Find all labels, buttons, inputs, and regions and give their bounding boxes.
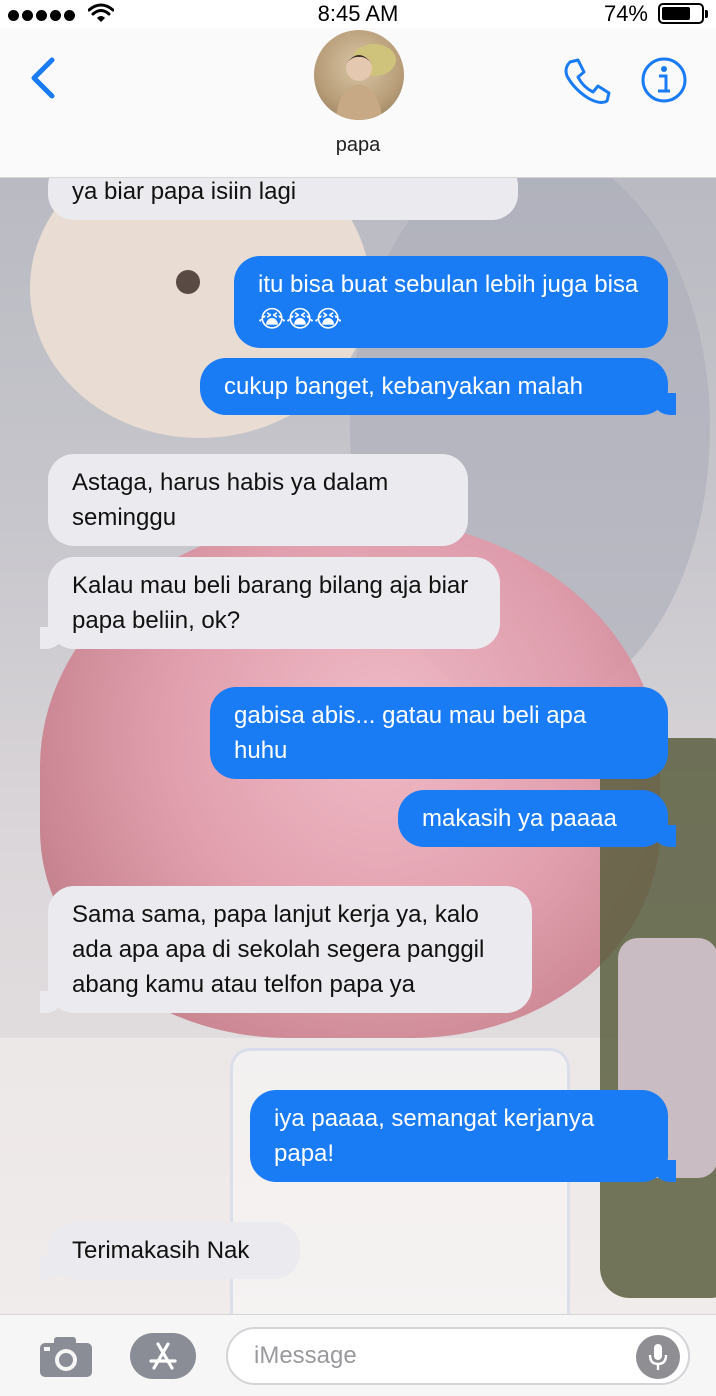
message-text: iya paaaa, semangat kerjanya papa! (274, 1105, 595, 1167)
battery-fill (662, 7, 691, 20)
back-chevron-icon[interactable] (26, 54, 60, 102)
battery-icon (658, 3, 708, 24)
message-text: Astaga, harus habis ya dalam seminggu (72, 469, 389, 531)
message-bubble-incoming[interactable]: Terimakasih Nak (40, 1222, 300, 1279)
message-text: Kalau mau beli barang bilang aja biar pa… (72, 572, 469, 634)
message-bubble-outgoing[interactable]: iya paaaa, semangat kerjanya papa! (250, 1090, 676, 1182)
microphone-icon (648, 1344, 668, 1370)
app-store-button[interactable] (130, 1333, 196, 1379)
contact-name[interactable]: papa (0, 134, 716, 157)
phone-icon[interactable] (560, 56, 612, 106)
contact-avatar[interactable] (314, 30, 404, 120)
message-bubble-outgoing[interactable]: makasih ya paaaa (398, 790, 676, 847)
info-icon[interactable] (640, 56, 688, 104)
message-bubble-incoming[interactable]: Astaga, harus habis ya dalam seminggu (48, 454, 468, 546)
message-bubble-outgoing[interactable]: cukup banget, kebanyakan malah (200, 358, 676, 415)
message-text: ya biar papa isiin lagi (72, 178, 297, 205)
message-bubble-incoming[interactable]: Kalau mau beli barang bilang aja biar pa… (40, 557, 500, 649)
conversation-header: papa (0, 28, 716, 178)
message-bubble-outgoing[interactable]: itu bisa buat sebulan lebih juga bisa😭😭😭 (234, 256, 668, 348)
camera-icon[interactable] (38, 1335, 94, 1379)
microphone-button[interactable] (636, 1335, 680, 1379)
message-input-bar (0, 1314, 716, 1396)
message-bubble-incoming[interactable]: Sama sama, papa lanjut kerja ya, kalo ad… (40, 886, 532, 1013)
message-text: cukup banget, kebanyakan malah (224, 373, 583, 400)
battery-percent: 74% (603, 1, 648, 26)
wallpaper-record-hole (176, 270, 200, 294)
message-bubble-outgoing[interactable]: gabisa abis... gatau mau beli apa huhu (210, 687, 668, 779)
app-store-icon (149, 1342, 177, 1370)
message-text: itu bisa buat sebulan lebih juga bisa😭😭😭 (258, 271, 639, 333)
message-text: Terimakasih Nak (72, 1237, 250, 1264)
message-text: Sama sama, papa lanjut kerja ya, kalo ad… (72, 901, 485, 998)
message-text: makasih ya paaaa (422, 805, 617, 832)
imessage-input[interactable] (254, 1339, 634, 1373)
status-bar: 8:45 AM 74% (0, 0, 716, 28)
avatar-photo (336, 44, 396, 120)
message-text: gabisa abis... gatau mau beli apa huhu (234, 702, 587, 764)
imessage-field[interactable] (226, 1327, 690, 1385)
